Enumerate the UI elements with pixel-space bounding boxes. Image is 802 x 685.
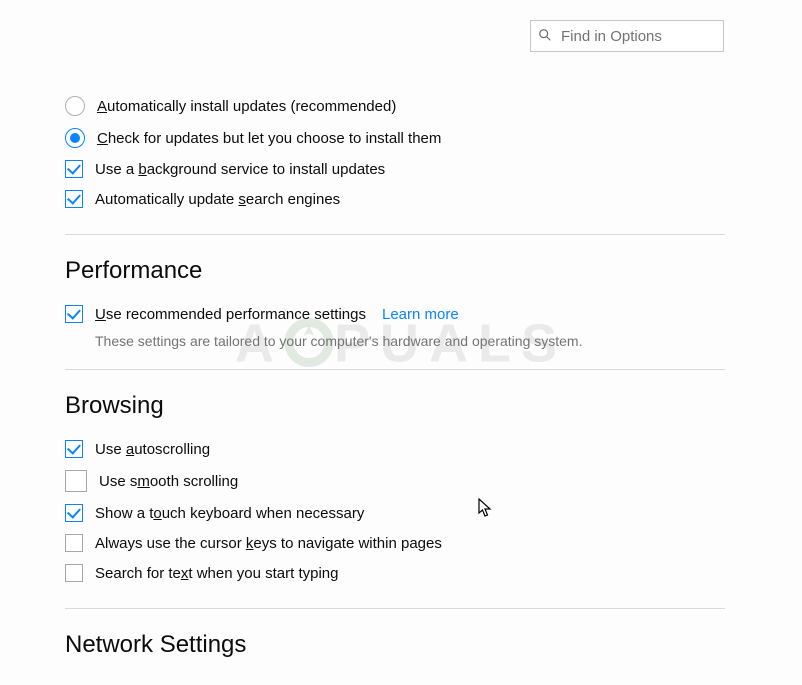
checkbox-autoscrolling[interactable]: Use autoscrolling: [65, 434, 725, 464]
checkbox-icon-unchecked: [65, 470, 87, 492]
radio-auto-install[interactable]: Automatically install updates (recommend…: [65, 90, 725, 122]
checkbox-recommended-perf-label: Use recommended performance settings: [95, 306, 366, 323]
checkbox-icon-unchecked: [65, 534, 83, 552]
radio-auto-install-label: Automatically install updates (recommend…: [97, 98, 396, 115]
checkbox-update-search-engines-label: Automatically update search engines: [95, 191, 340, 208]
learn-more-link[interactable]: Learn more: [382, 306, 459, 323]
performance-subtext: These settings are tailored to your comp…: [95, 333, 725, 349]
checkbox-search-typing[interactable]: Search for text when you start typing: [65, 558, 725, 588]
checkbox-icon-checked: [65, 305, 83, 323]
network-title: Network Settings: [65, 631, 725, 659]
checkbox-icon-checked: [65, 160, 83, 178]
radio-icon: [65, 96, 85, 116]
checkbox-icon-checked: [65, 504, 83, 522]
divider: [65, 608, 725, 609]
checkbox-autoscrolling-label: Use autoscrolling: [95, 441, 210, 458]
performance-title: Performance: [65, 257, 725, 285]
checkbox-update-search-engines[interactable]: Automatically update search engines: [65, 184, 725, 214]
radio-icon-selected: [65, 128, 85, 148]
checkbox-icon-unchecked: [65, 564, 83, 582]
checkbox-background-service-label: Use a background service to install upda…: [95, 161, 385, 178]
checkbox-touch-keyboard[interactable]: Show a touch keyboard when necessary: [65, 498, 725, 528]
search-container: [530, 20, 724, 52]
checkbox-recommended-perf[interactable]: Use recommended performance settings Lea…: [65, 299, 725, 329]
settings-content: Automatically install updates (recommend…: [65, 90, 725, 673]
checkbox-icon-checked: [65, 440, 83, 458]
checkbox-cursor-keys-label: Always use the cursor keys to navigate w…: [95, 535, 442, 552]
radio-check-updates-label: Check for updates but let you choose to …: [97, 130, 441, 147]
checkbox-icon-checked: [65, 190, 83, 208]
checkbox-background-service[interactable]: Use a background service to install upda…: [65, 154, 725, 184]
browsing-title: Browsing: [65, 392, 725, 420]
search-input[interactable]: [530, 20, 724, 52]
radio-check-updates[interactable]: Check for updates but let you choose to …: [65, 122, 725, 154]
divider: [65, 369, 725, 370]
checkbox-smooth-scrolling-label: Use smooth scrolling: [99, 473, 238, 490]
search-icon: [538, 28, 552, 42]
checkbox-smooth-scrolling[interactable]: Use smooth scrolling: [65, 464, 725, 498]
checkbox-search-typing-label: Search for text when you start typing: [95, 565, 338, 582]
checkbox-touch-keyboard-label: Show a touch keyboard when necessary: [95, 505, 364, 522]
checkbox-cursor-keys[interactable]: Always use the cursor keys to navigate w…: [65, 528, 725, 558]
divider: [65, 234, 725, 235]
